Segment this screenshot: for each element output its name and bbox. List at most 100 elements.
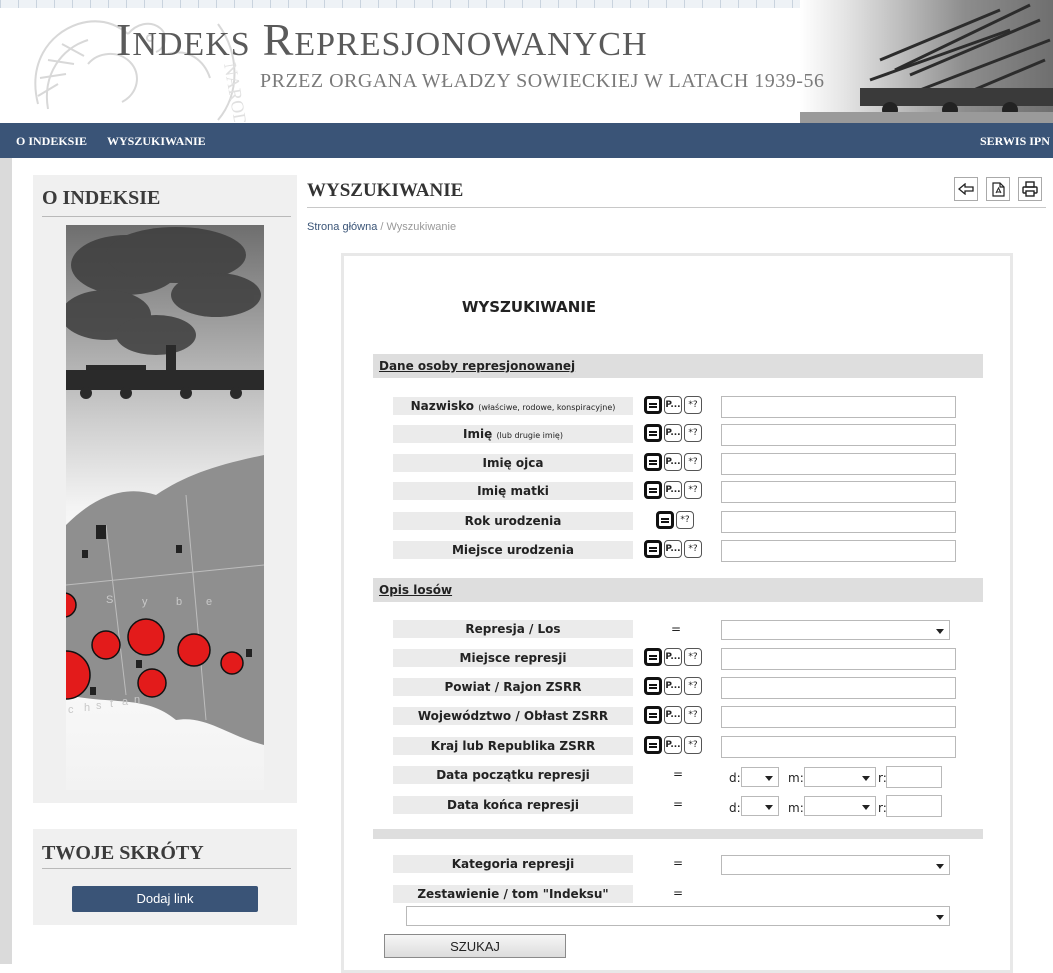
breadcrumb-home-link[interactable]: Strona główna (307, 221, 377, 233)
fate-field-input[interactable] (721, 706, 956, 728)
search-button[interactable]: SZUKAJ (384, 934, 566, 958)
fate-field-match-mode: P... *? (644, 677, 702, 697)
wildcard-match-icon[interactable]: *? (684, 677, 702, 695)
prefix-match-icon[interactable]: P... (664, 648, 682, 666)
prefix-match-icon[interactable]: P... (664, 736, 682, 754)
fate-field-match-mode: P... *? (644, 706, 702, 726)
fate-field-input[interactable] (721, 736, 956, 758)
prefix-match-icon[interactable]: P... (664, 424, 682, 442)
section-person-link[interactable]: Dane osoby represjonowanej (379, 359, 575, 373)
person-field-match-mode: P... *? (644, 453, 702, 473)
person-field-input[interactable] (721, 453, 956, 475)
svg-text:a: a (122, 696, 129, 708)
person-field-match-mode: P... *? (644, 540, 702, 560)
date-end-month-select[interactable] (804, 796, 876, 816)
wildcard-match-icon[interactable]: *? (684, 706, 702, 724)
site-subtitle: PRZEZ ORGANA WŁADZY SOWIECKIEJ W LATACH … (260, 70, 825, 92)
field-label-text: Imię ojca (482, 456, 544, 470)
person-field-label: Nazwisko (właściwe, rodowe, konspiracyjn… (393, 397, 633, 415)
prefix-match-icon[interactable]: P... (664, 706, 682, 724)
fate-field-label: Województwo / Obłast ZSRR (393, 707, 633, 725)
wildcard-match-icon[interactable]: *? (684, 453, 702, 471)
exact-match-icon[interactable] (644, 396, 662, 414)
wildcard-match-icon[interactable]: *? (684, 736, 702, 754)
prefix-match-icon[interactable]: P... (664, 396, 682, 414)
person-field-label: Miejsce urodzenia (393, 541, 633, 559)
about-box-title: O INDEKSIE (42, 187, 161, 209)
wildcard-match-icon[interactable]: *? (676, 511, 694, 529)
page-title: WYSZUKIWANIE (307, 180, 464, 201)
represja-eq: = (671, 622, 682, 636)
fate-field-input[interactable] (721, 648, 956, 670)
represja-label: Represja / Los (393, 620, 633, 638)
exact-match-icon[interactable] (644, 453, 662, 471)
field-label-note: (właściwe, rodowe, konspiracyjne) (478, 403, 616, 412)
person-field-input[interactable] (721, 396, 956, 418)
title-initial-2: R (262, 14, 295, 65)
person-field-label: Imię matki (393, 482, 633, 500)
wildcard-match-icon[interactable]: *? (684, 424, 702, 442)
back-button[interactable] (954, 177, 978, 201)
wildcard-match-icon[interactable]: *? (684, 648, 702, 666)
represja-select[interactable] (721, 620, 950, 640)
section-fate-link[interactable]: Opis losów (379, 583, 452, 597)
exact-match-icon[interactable] (644, 481, 662, 499)
field-label-note: (lub drugie imię) (496, 431, 563, 440)
exact-match-icon[interactable] (644, 677, 662, 695)
prefix-match-icon[interactable]: P... (664, 481, 682, 499)
section-person-header: Dane osoby represjonowanej (373, 354, 983, 378)
svg-text:n: n (134, 694, 140, 706)
exact-match-icon[interactable] (656, 511, 674, 529)
wildcard-match-icon[interactable]: *? (684, 540, 702, 558)
prefix-match-icon[interactable]: P... (664, 540, 682, 558)
pdf-button[interactable] (986, 177, 1010, 201)
prefix-match-icon[interactable]: P... (664, 453, 682, 471)
title-initial-1: I (116, 14, 133, 65)
fate-field-match-mode: P... *? (644, 736, 702, 756)
person-field-input[interactable] (721, 424, 956, 446)
exact-match-icon[interactable] (644, 706, 662, 724)
print-button[interactable] (1018, 177, 1042, 201)
svg-text:y: y (142, 596, 148, 608)
svg-text:t: t (110, 698, 113, 710)
svg-text:e: e (206, 596, 212, 608)
fate-field-label: Kraj lub Republika ZSRR (393, 737, 633, 755)
date-end-day-select[interactable] (741, 796, 779, 816)
site-title: INDEKS REPRESJONOWANYCH (116, 17, 648, 67)
date-end-day-label: d: (729, 801, 741, 815)
add-link-button[interactable]: Dodaj link (72, 886, 258, 912)
person-field-input[interactable] (721, 481, 956, 503)
date-start-eq: = (673, 767, 684, 781)
nav-serwis-ipn[interactable]: SERWIS IPN (980, 134, 1050, 149)
date-start-month-label: m: (788, 771, 804, 785)
date-start-month-select[interactable] (804, 767, 876, 787)
field-label-text: Województwo / Obłast ZSRR (417, 709, 609, 723)
prefix-match-icon[interactable]: P... (664, 677, 682, 695)
fate-field-input[interactable] (721, 677, 956, 699)
date-end-label: Data końca represji (393, 796, 633, 814)
exact-match-icon[interactable] (644, 736, 662, 754)
breadcrumb: Strona główna / Wyszukiwanie (307, 221, 456, 233)
date-start-day-select[interactable] (741, 767, 779, 787)
zestawienie-select[interactable] (406, 906, 950, 926)
field-label-text: Miejsce represji (459, 651, 567, 665)
wildcard-match-icon[interactable]: *? (684, 396, 702, 414)
exact-match-icon[interactable] (644, 424, 662, 442)
exact-match-icon[interactable] (644, 648, 662, 666)
nav-wyszukiwanie[interactable]: WYSZUKIWANIE (107, 134, 206, 149)
left-edge-bar (0, 158, 12, 964)
kategoria-select[interactable] (721, 855, 950, 875)
date-end-month-label: m: (788, 801, 804, 815)
field-label-text: Nazwisko (410, 399, 475, 413)
nav-o-indeksie[interactable]: O INDEKSIE (16, 134, 87, 149)
exact-match-icon[interactable] (644, 540, 662, 558)
person-field-label: Imię ojca (393, 454, 633, 472)
kategoria-label: Kategoria represji (393, 855, 633, 873)
wildcard-match-icon[interactable]: *? (684, 481, 702, 499)
date-start-year-input[interactable] (886, 766, 942, 788)
person-field-input[interactable] (721, 540, 956, 562)
date-end-year-input[interactable] (886, 795, 942, 817)
pdf-icon (991, 181, 1005, 197)
header-photo (800, 0, 1053, 123)
person-field-input[interactable] (721, 511, 956, 533)
